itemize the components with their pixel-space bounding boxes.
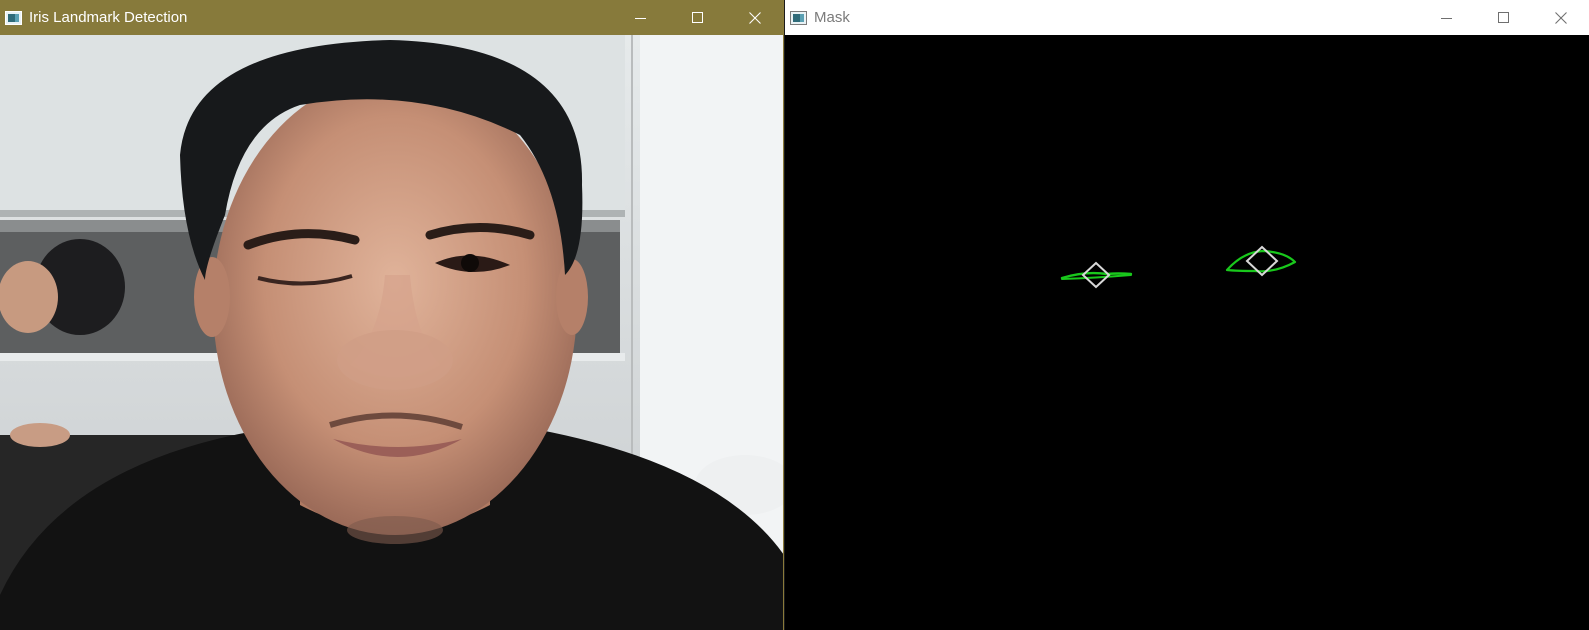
webcam-frame-image <box>0 35 783 630</box>
close-icon <box>748 11 761 24</box>
close-button[interactable] <box>726 0 783 35</box>
iris-landmark-window: Iris Landmark Detection <box>0 0 784 630</box>
window-title: Mask <box>814 9 850 26</box>
minimize-icon <box>634 17 646 19</box>
camera-feed <box>0 35 783 630</box>
mask-canvas <box>785 35 1589 630</box>
window-controls <box>612 0 783 35</box>
maximize-icon <box>1497 11 1509 23</box>
mask-window: Mask <box>785 0 1589 630</box>
minimize-button[interactable] <box>612 0 669 35</box>
iris-titlebar[interactable]: Iris Landmark Detection <box>0 0 783 35</box>
minimize-icon <box>1440 17 1452 19</box>
close-icon <box>1554 11 1567 24</box>
close-button[interactable] <box>1532 0 1589 35</box>
mask-drawing <box>785 35 1589 630</box>
minimize-button[interactable] <box>1418 0 1475 35</box>
app-window-icon <box>790 10 807 25</box>
window-title: Iris Landmark Detection <box>29 9 188 26</box>
maximize-button[interactable] <box>669 0 726 35</box>
maximize-icon <box>691 11 703 23</box>
window-controls <box>1418 0 1589 35</box>
app-window-icon <box>5 10 22 25</box>
mask-titlebar[interactable]: Mask <box>785 0 1589 35</box>
maximize-button[interactable] <box>1475 0 1532 35</box>
